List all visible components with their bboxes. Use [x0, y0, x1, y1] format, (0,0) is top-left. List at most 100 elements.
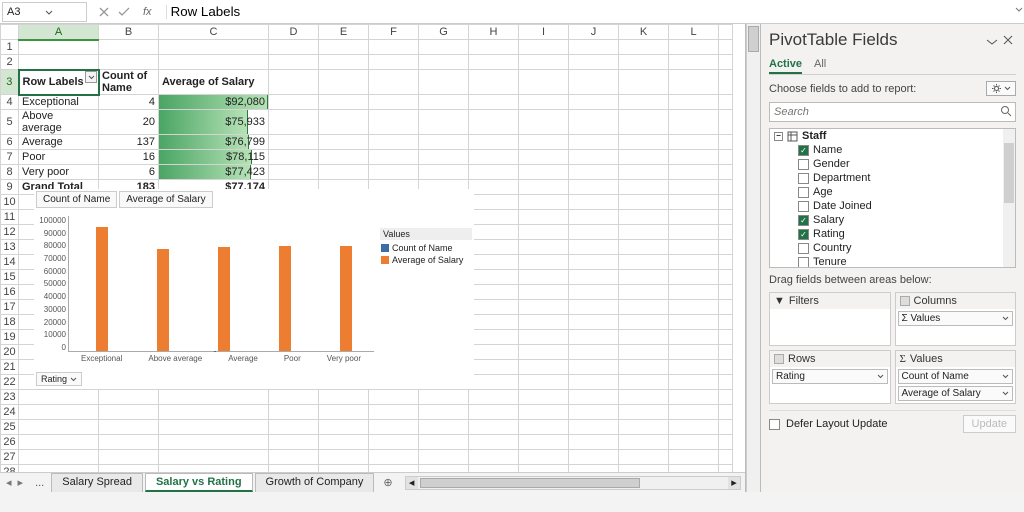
field-checkbox[interactable]: [798, 201, 809, 212]
field-checkbox[interactable]: [798, 173, 809, 184]
field-item[interactable]: Tenure: [770, 255, 1015, 268]
column-header[interactable]: J: [569, 25, 619, 40]
field-checkbox[interactable]: [798, 257, 809, 268]
pivot-row-label[interactable]: Poor: [19, 150, 99, 165]
pivot-header-cell[interactable]: Average of Salary: [159, 70, 269, 95]
field-item[interactable]: ✓Name: [770, 143, 1015, 157]
row-header[interactable]: 21: [1, 360, 19, 375]
row-header[interactable]: 8: [1, 165, 19, 180]
field-list[interactable]: −Staff✓NameGenderDepartmentAgeDate Joine…: [769, 128, 1016, 268]
tab-overflow[interactable]: ...: [29, 477, 50, 489]
field-checkbox[interactable]: ✓: [798, 145, 809, 156]
zone-pill[interactable]: Count of Name: [898, 369, 1014, 384]
field-item[interactable]: Age: [770, 185, 1015, 199]
row-header[interactable]: 10: [1, 195, 19, 210]
pivot-avg-cell[interactable]: $77,423: [159, 165, 269, 180]
row-header[interactable]: 3: [1, 70, 19, 95]
field-item[interactable]: ✓Rating: [770, 227, 1015, 241]
row-header[interactable]: 2: [1, 55, 19, 70]
filter-dropdown-icon[interactable]: [85, 71, 97, 83]
sheet-tab[interactable]: Salary Spread: [51, 473, 143, 492]
column-header[interactable]: A: [19, 25, 99, 40]
sheet-tab[interactable]: Salary vs Rating: [145, 473, 253, 492]
row-header[interactable]: 15: [1, 270, 19, 285]
row-header[interactable]: 6: [1, 135, 19, 150]
column-header[interactable]: G: [419, 25, 469, 40]
pivot-avg-cell[interactable]: $78,115: [159, 150, 269, 165]
pivot-row-label[interactable]: Above average: [19, 110, 99, 135]
pivot-count-cell[interactable]: 4: [99, 95, 159, 110]
panel-tab[interactable]: All: [814, 56, 826, 74]
add-sheet-icon[interactable]: ⊕: [375, 476, 400, 489]
values-zone[interactable]: ΣValues Count of NameAverage of Salary: [895, 350, 1017, 404]
field-checkbox[interactable]: ✓: [798, 229, 809, 240]
column-header[interactable]: I: [519, 25, 569, 40]
field-checkbox[interactable]: [798, 159, 809, 170]
row-header[interactable]: 12: [1, 225, 19, 240]
column-header[interactable]: F: [369, 25, 419, 40]
field-list-scrollbar[interactable]: [1003, 129, 1015, 267]
field-item[interactable]: Date Joined: [770, 199, 1015, 213]
row-header[interactable]: 5: [1, 110, 19, 135]
field-item[interactable]: Country: [770, 241, 1015, 255]
row-header[interactable]: 9: [1, 180, 19, 195]
close-icon[interactable]: [1000, 35, 1016, 45]
field-checkbox[interactable]: [798, 187, 809, 198]
collapse-icon[interactable]: [984, 35, 1000, 45]
row-header[interactable]: 28: [1, 465, 19, 473]
column-header[interactable]: E: [319, 25, 369, 40]
field-checkbox[interactable]: [798, 243, 809, 254]
pivot-row-label[interactable]: Exceptional: [19, 95, 99, 110]
row-header[interactable]: 13: [1, 240, 19, 255]
scroll-thumb[interactable]: [420, 478, 640, 488]
fx-icon[interactable]: fx: [137, 6, 158, 18]
row-header[interactable]: 16: [1, 285, 19, 300]
row-header[interactable]: 18: [1, 315, 19, 330]
vertical-scrollbar[interactable]: [746, 24, 760, 492]
column-header[interactable]: B: [99, 25, 159, 40]
confirm-icon[interactable]: [117, 5, 131, 19]
panel-tab[interactable]: Active: [769, 56, 802, 74]
expand-formula-bar-icon[interactable]: [1010, 5, 1024, 18]
pivot-count-cell[interactable]: 16: [99, 150, 159, 165]
formula-input[interactable]: [167, 2, 1010, 22]
search-input[interactable]: [769, 102, 1016, 122]
chevron-down-icon[interactable]: [45, 8, 83, 16]
chart-field-button[interactable]: Average of Salary: [119, 191, 212, 208]
pivot-chart[interactable]: Count of NameAverage of Salary 100000900…: [34, 189, 474, 389]
columns-zone[interactable]: Columns Σ Values: [895, 292, 1017, 346]
pivot-avg-cell[interactable]: $92,080: [159, 95, 269, 110]
panel-settings-button[interactable]: [986, 81, 1016, 96]
column-header[interactable]: L: [669, 25, 719, 40]
row-header[interactable]: 19: [1, 330, 19, 345]
name-box[interactable]: A3: [2, 2, 87, 22]
row-header[interactable]: 25: [1, 420, 19, 435]
column-header[interactable]: D: [269, 25, 319, 40]
cancel-icon[interactable]: [97, 5, 111, 19]
pivot-row-label[interactable]: Very poor: [19, 165, 99, 180]
scroll-right-icon[interactable]: ▸: [728, 477, 740, 489]
chart-filter-button[interactable]: Rating: [36, 372, 82, 386]
row-header[interactable]: 27: [1, 450, 19, 465]
field-item[interactable]: Department: [770, 171, 1015, 185]
pivot-count-cell[interactable]: 6: [99, 165, 159, 180]
defer-update-checkbox[interactable]: [769, 419, 780, 430]
row-header[interactable]: 7: [1, 150, 19, 165]
field-item[interactable]: Gender: [770, 157, 1015, 171]
row-header[interactable]: 23: [1, 390, 19, 405]
collapse-icon[interactable]: −: [774, 132, 783, 141]
sheet-tab[interactable]: Growth of Company: [255, 473, 375, 492]
row-header[interactable]: 14: [1, 255, 19, 270]
row-header[interactable]: 17: [1, 300, 19, 315]
row-header[interactable]: 11: [1, 210, 19, 225]
field-checkbox[interactable]: ✓: [798, 215, 809, 226]
zone-pill[interactable]: Σ Values: [898, 311, 1014, 326]
pivot-count-cell[interactable]: 137: [99, 135, 159, 150]
rows-zone[interactable]: Rows Rating: [769, 350, 891, 404]
row-header[interactable]: 22: [1, 375, 19, 390]
row-header[interactable]: 20: [1, 345, 19, 360]
filters-zone[interactable]: ▼Filters: [769, 292, 891, 346]
zone-pill[interactable]: Rating: [772, 369, 888, 384]
column-header[interactable]: K: [619, 25, 669, 40]
tab-next-icon[interactable]: ▸: [18, 476, 24, 489]
